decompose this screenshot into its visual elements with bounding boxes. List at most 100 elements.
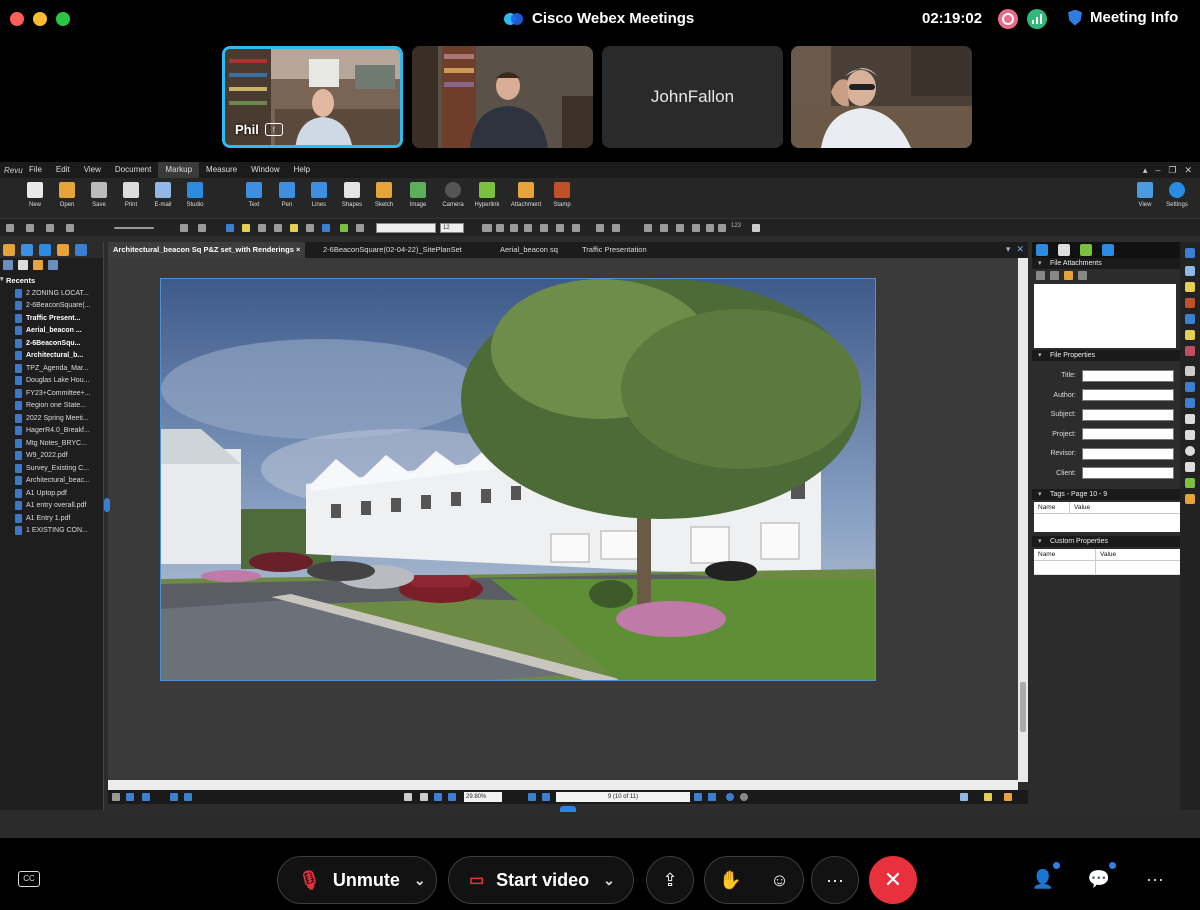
menu-view[interactable]: View [77, 162, 108, 178]
list-item[interactable]: TPZ_Agenda_Mar... [0, 362, 103, 375]
list-item[interactable]: 2-6BeaconSqu... [0, 337, 103, 350]
minimize-icon[interactable]: – [1155, 165, 1160, 176]
restore-icon[interactable]: ❐ [1168, 165, 1176, 176]
paperclip-icon[interactable] [1064, 271, 1073, 280]
tool-icon[interactable] [692, 224, 700, 232]
chat-icon[interactable]: 💬 [1087, 869, 1111, 891]
tool-icon[interactable] [718, 224, 726, 232]
thumbnails-tab-icon[interactable] [3, 244, 15, 256]
menu-document[interactable]: Document [108, 162, 158, 178]
tool-icon[interactable] [180, 224, 188, 232]
title-field[interactable] [1082, 369, 1174, 382]
close-doc-icon[interactable]: ✕ [1016, 244, 1024, 255]
tool-icon[interactable] [226, 224, 234, 232]
network-stats-icon[interactable] [1027, 9, 1047, 29]
tool-icon[interactable] [306, 224, 314, 232]
tool-icon[interactable] [258, 224, 266, 232]
tool-icon[interactable] [1185, 446, 1195, 456]
tool-icon[interactable] [572, 224, 580, 232]
custom-properties-header[interactable]: Custom Properties [1032, 536, 1180, 547]
pen-tool-button[interactable]: Pen [270, 182, 304, 208]
close-tab-icon[interactable]: × [296, 245, 300, 254]
list-item[interactable]: 2022 Spring Meeti... [0, 412, 103, 425]
unmute-button[interactable]: 🎙 Unmute ⌄ [277, 856, 437, 904]
doc-tab-aerial[interactable]: Aerial_beacon sq [495, 242, 563, 258]
tool-icon[interactable] [1185, 330, 1195, 340]
grid-tab-icon[interactable] [39, 244, 51, 256]
studio-button[interactable]: Studio [178, 182, 212, 208]
project-field[interactable] [1082, 428, 1174, 441]
close-icon[interactable] [1078, 271, 1087, 280]
scroll-thumb[interactable] [1020, 682, 1026, 732]
recording-icon[interactable] [998, 9, 1018, 29]
tool-icon[interactable] [1185, 478, 1195, 488]
tool-icon[interactable] [322, 224, 330, 232]
tool-icon[interactable] [540, 224, 548, 232]
author-field[interactable] [1082, 389, 1174, 402]
list-item[interactable]: Architectural_b... [0, 350, 103, 363]
list-item[interactable]: Traffic Present... [0, 312, 103, 325]
list-item[interactable]: A1 Entry 1.pdf [0, 512, 103, 525]
hyperlink-tool-button[interactable]: Hyperlink [470, 182, 504, 208]
file-properties-header[interactable]: File Properties [1032, 350, 1180, 361]
maximize-window-button[interactable] [56, 12, 70, 26]
menu-edit[interactable]: Edit [49, 162, 77, 178]
more-options-button[interactable]: ··· [811, 856, 859, 904]
tool-icon[interactable] [170, 793, 178, 801]
zoom-select-icon[interactable] [448, 793, 456, 801]
tool-icon[interactable] [48, 260, 58, 270]
tool-icon[interactable] [198, 224, 206, 232]
participant-tile-johnfallon[interactable]: JohnFallon [602, 46, 783, 148]
menu-measure[interactable]: Measure [199, 162, 244, 178]
list-item[interactable]: Aerial_beacon ... [0, 325, 103, 338]
list-item[interactable]: HagerR4.0_Breakf... [0, 425, 103, 438]
stamp-tool-button[interactable]: Stamp [545, 182, 579, 208]
meeting-info-button[interactable]: Meeting Info [1068, 9, 1178, 26]
first-page-icon[interactable] [528, 793, 536, 801]
tool-icon[interactable] [18, 260, 28, 270]
zoom-level-field[interactable]: 29.80% [464, 792, 502, 802]
camera-tool-button[interactable]: Camera [436, 182, 470, 208]
left-panel-collapse-handle[interactable] [104, 498, 110, 512]
closed-captions-button[interactable]: CC [18, 871, 40, 887]
tool-icon[interactable] [33, 260, 43, 270]
tool-icon[interactable] [3, 260, 13, 270]
forward-icon[interactable] [740, 793, 748, 801]
menu-help[interactable]: Help [287, 162, 317, 178]
studio-icon[interactable] [1102, 244, 1114, 256]
list-item[interactable]: Mtg Notes_BRYC... [0, 437, 103, 450]
share-handle[interactable] [560, 806, 576, 812]
last-page-icon[interactable] [708, 793, 716, 801]
table-row[interactable] [1034, 561, 1180, 575]
horizontal-scrollbar[interactable] [108, 780, 1018, 790]
lines-tool-button[interactable]: Lines [302, 182, 336, 208]
tool-icon[interactable] [596, 224, 604, 232]
share-content-button[interactable]: ⇪ [646, 856, 694, 904]
tool-icon[interactable] [1185, 314, 1195, 324]
close-icon[interactable]: ✕ [1184, 165, 1192, 176]
toolchest-tab-icon[interactable] [57, 244, 69, 256]
view-button[interactable]: View [1128, 182, 1162, 208]
list-item[interactable]: Architectural_beac... [0, 475, 103, 488]
minimize-window-button[interactable] [33, 12, 47, 26]
tool-icon[interactable] [1185, 398, 1195, 408]
next-page-icon[interactable] [694, 793, 702, 801]
layers-tab-icon[interactable] [75, 244, 87, 256]
list-item[interactable]: A1 Uptop.pdf [0, 487, 103, 500]
zoom-icon[interactable] [434, 793, 442, 801]
print-button[interactable]: Print [114, 182, 148, 208]
doc-tab-architectural[interactable]: Architectural_beacon Sq P&Z set_with Ren… [108, 242, 306, 258]
file-attachments-header[interactable]: File Attachments [1032, 258, 1180, 269]
tool-icon[interactable] [556, 224, 564, 232]
tool-icon[interactable] [1185, 382, 1195, 392]
tool-icon[interactable] [1185, 248, 1195, 258]
vertical-scrollbar[interactable] [1018, 258, 1028, 782]
tool-icon[interactable] [6, 224, 14, 232]
align-icon[interactable] [482, 224, 492, 232]
gear-icon[interactable] [1036, 244, 1048, 256]
list-item[interactable]: 2 ZONING LOCAT... [0, 287, 103, 300]
leave-meeting-button[interactable]: ✕ [869, 856, 917, 904]
select-arrow-icon[interactable] [420, 793, 428, 801]
pan-hand-icon[interactable] [404, 793, 412, 801]
tool-icon[interactable] [1050, 271, 1059, 280]
